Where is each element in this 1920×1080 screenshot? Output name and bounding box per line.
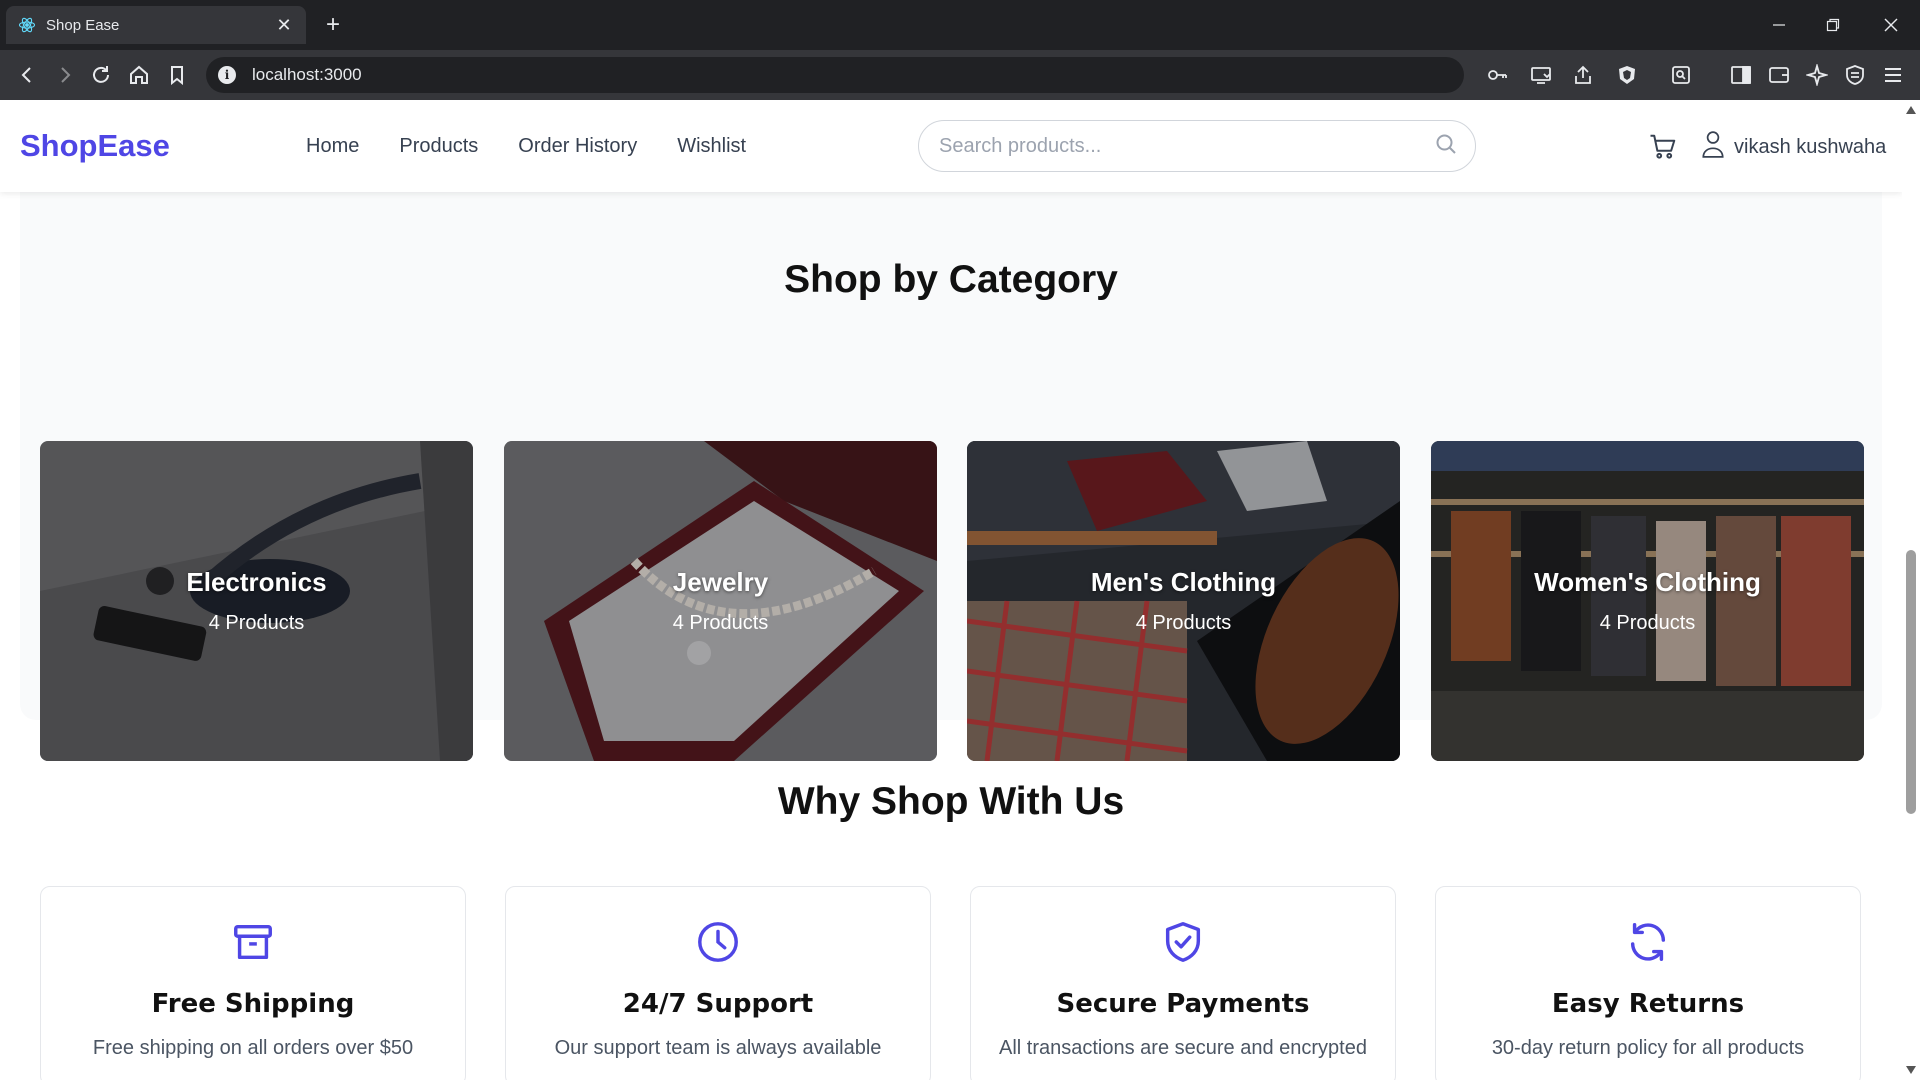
category-card-mens-clothing[interactable]: Men's Clothing 4 Products <box>967 441 1400 761</box>
feature-card-secure-payments: Secure Payments All transactions are sec… <box>970 886 1396 1080</box>
share-icon[interactable] <box>1570 62 1596 88</box>
back-icon[interactable] <box>14 62 40 88</box>
nav-order-history[interactable]: Order History <box>518 135 637 158</box>
brave-shield-icon[interactable] <box>1614 62 1640 88</box>
feature-card-support: 24/7 Support Our support team is always … <box>505 886 931 1080</box>
install-app-icon[interactable] <box>1528 62 1554 88</box>
feature-description: Free shipping on all orders over $50 <box>92 1037 414 1059</box>
scrollbar-thumb[interactable] <box>1906 550 1916 814</box>
feature-title: Free Shipping <box>151 989 355 1019</box>
url-text: localhost:3000 <box>252 65 362 84</box>
user-name: vikash kushwaha <box>1734 135 1887 158</box>
main-nav: Home Products Order History Wishlist <box>306 135 746 158</box>
close-window-icon[interactable] <box>1878 12 1904 38</box>
site-info-icon[interactable]: i <box>218 66 236 84</box>
forward-icon[interactable] <box>52 62 78 88</box>
section-title: Why Shop With Us <box>777 780 1125 823</box>
archive-box-icon <box>230 919 276 965</box>
browser-toolbar: i localhost:3000 <box>0 50 1920 100</box>
electronics-image <box>40 441 473 761</box>
mens-clothing-image <box>967 441 1400 761</box>
nav-wishlist[interactable]: Wishlist <box>677 135 746 158</box>
feature-description: All transactions are secure and encrypte… <box>999 1037 1367 1059</box>
category-card-electronics[interactable]: Electronics 4 Products <box>40 441 473 761</box>
feature-card-free-shipping: Free Shipping Free shipping on all order… <box>40 886 466 1080</box>
nav-products[interactable]: Products <box>399 135 478 158</box>
site-header: ShopEase Home Products Order History Wis… <box>0 100 1902 192</box>
menu-icon[interactable] <box>1880 62 1906 88</box>
category-card-womens-clothing[interactable]: Women's Clothing 4 Products <box>1431 441 1864 761</box>
vpn-icon[interactable] <box>1842 62 1868 88</box>
category-section: Shop by Category Electronics 4 Products <box>20 192 1882 761</box>
section-title: Shop by Category <box>784 258 1118 301</box>
logo[interactable]: ShopEase <box>20 128 170 164</box>
category-name: Men's Clothing <box>1090 567 1277 597</box>
feature-description: 30-day return policy for all products <box>1491 1037 1805 1059</box>
category-name: Women's Clothing <box>1534 567 1761 597</box>
browser-tab[interactable]: Shop Ease ✕ <box>6 6 306 44</box>
leo-ai-icon[interactable] <box>1804 62 1830 88</box>
cart-icon[interactable] <box>1648 132 1678 162</box>
feature-card-easy-returns: Easy Returns 30-day return policy for al… <box>1435 886 1861 1080</box>
reader-mode-icon[interactable] <box>1668 62 1694 88</box>
refresh-icon <box>1625 919 1671 965</box>
clock-icon <box>695 919 741 965</box>
scroll-up-icon[interactable] <box>1906 106 1916 114</box>
search-input[interactable] <box>939 134 1435 158</box>
search-icon[interactable] <box>1435 133 1457 160</box>
wallet-icon[interactable] <box>1766 62 1792 88</box>
nav-home[interactable]: Home <box>306 135 359 158</box>
react-icon <box>18 16 36 34</box>
shield-check-icon <box>1160 919 1206 965</box>
tab-title: Shop Ease <box>46 16 120 34</box>
feature-title: Secure Payments <box>1056 989 1310 1019</box>
category-count: 4 Products <box>672 612 769 634</box>
feature-title: 24/7 Support <box>622 989 814 1019</box>
womens-clothing-image <box>1431 441 1864 761</box>
minimize-icon[interactable] <box>1766 12 1792 38</box>
reload-icon[interactable] <box>88 62 114 88</box>
browser-tab-bar: Shop Ease ✕ + <box>0 0 1920 50</box>
close-tab-icon[interactable]: ✕ <box>274 15 294 35</box>
category-count: 4 Products <box>208 612 305 634</box>
scroll-down-icon[interactable] <box>1906 1066 1916 1074</box>
new-tab-icon[interactable]: + <box>320 11 346 38</box>
jewelry-image <box>504 441 937 761</box>
address-bar[interactable]: i localhost:3000 <box>206 57 1464 93</box>
user-icon <box>1700 130 1726 164</box>
page-viewport: ShopEase Home Products Order History Wis… <box>0 100 1902 1080</box>
feature-title: Easy Returns <box>1551 989 1745 1019</box>
user-menu[interactable]: vikash kushwaha <box>1700 130 1886 164</box>
feature-description: Our support team is always available <box>554 1037 882 1059</box>
sidebar-icon[interactable] <box>1728 62 1754 88</box>
category-count: 4 Products <box>1135 612 1232 634</box>
search-bar <box>918 120 1476 172</box>
category-name: Electronics <box>186 567 327 597</box>
key-icon[interactable] <box>1484 62 1510 88</box>
bookmark-icon[interactable] <box>164 62 190 88</box>
category-count: 4 Products <box>1599 612 1696 634</box>
category-card-jewelry[interactable]: Jewelry 4 Products <box>504 441 937 761</box>
category-name: Jewelry <box>672 567 769 597</box>
home-icon[interactable] <box>126 62 152 88</box>
restore-icon[interactable] <box>1820 12 1846 38</box>
page-scrollbar[interactable] <box>1902 100 1920 1080</box>
